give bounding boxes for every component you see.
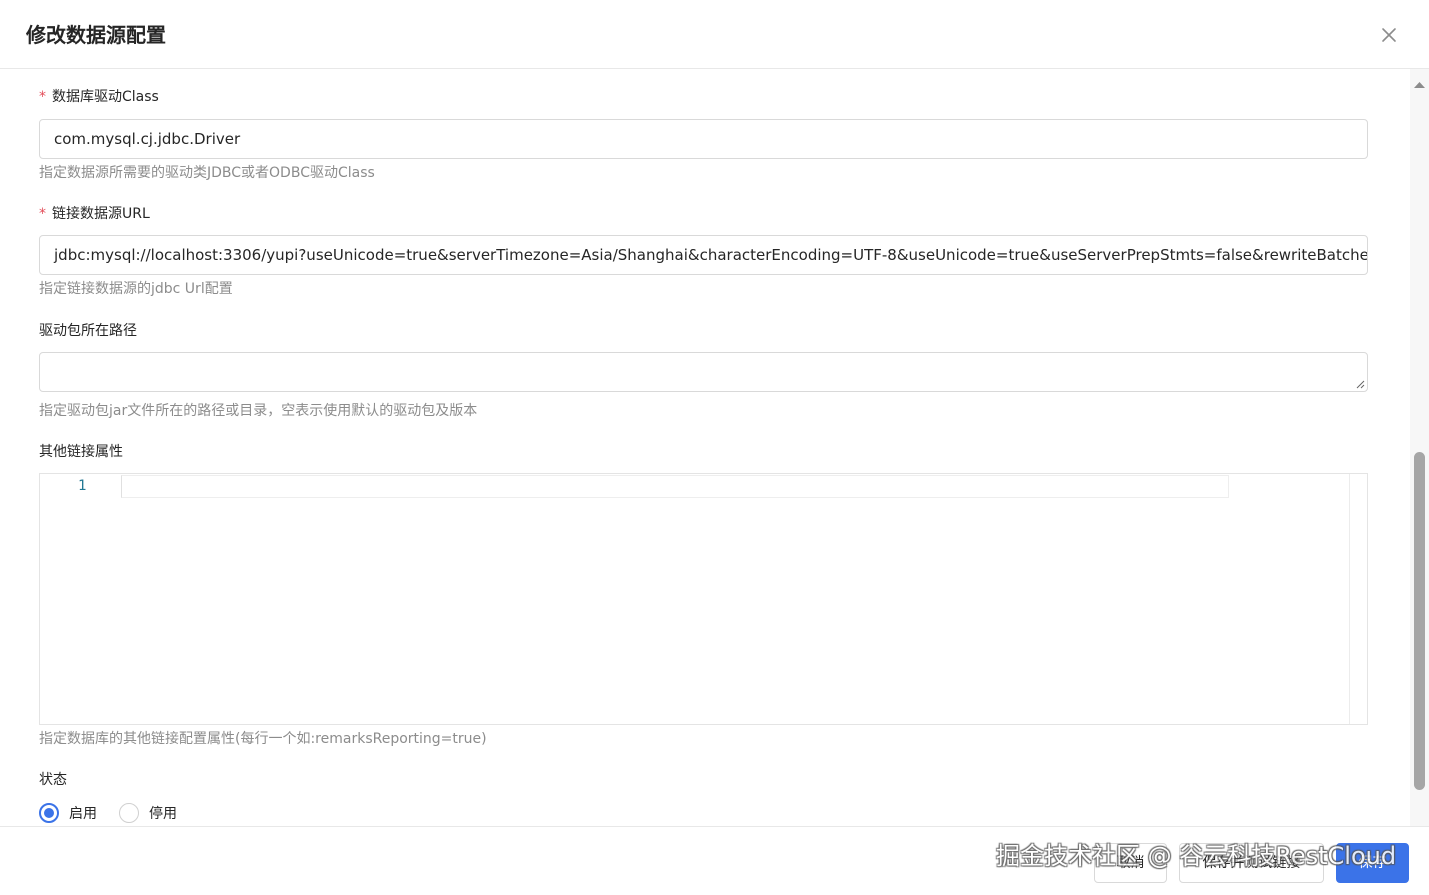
other-props-code-editor[interactable]: 1 [39,473,1368,725]
driver-path-textarea[interactable] [39,352,1368,392]
driver-class-label: * 数据库驱动Class [39,87,159,107]
status-radio-enabled[interactable]: 启用 [39,803,97,823]
resize-handle-icon[interactable] [1355,379,1365,389]
line-number: 1 [78,478,87,494]
modal-header: 修改数据源配置 [0,0,1429,69]
modal-footer: 取消 保存并测试链接 保存 [0,826,1429,895]
radio-unchecked-icon [119,803,139,823]
modal-title: 修改数据源配置 [26,23,166,47]
driver-path-help: 指定驱动包jar文件所在的路径或目录，空表示使用默认的驱动包及版本 [39,403,478,419]
url-label: * 链接数据源URL [39,204,150,224]
current-line-highlight [121,475,1229,498]
driver-class-input[interactable]: com.mysql.cj.jdbc.Driver [39,119,1368,159]
url-label-text: 链接数据源URL [52,206,150,222]
cancel-button[interactable]: 取消 [1094,843,1167,883]
status-option-label: 启用 [69,806,97,822]
other-props-help: 指定数据库的其他链接配置属性(每行一个如:remarksReporting=tr… [39,731,487,747]
close-button[interactable] [1376,22,1402,48]
required-mark: * [39,206,46,222]
url-input[interactable]: jdbc:mysql://localhost:3306/yupi?useUnic… [39,235,1368,275]
driver-class-help: 指定数据源所需要的驱动类JDBC或者ODBC驱动Class [39,165,375,181]
status-radio-disabled[interactable]: 停用 [119,803,177,823]
modal-body: * 数据库驱动Class com.mysql.cj.jdbc.Driver 指定数… [0,69,1410,826]
url-help: 指定链接数据源的jdbc Url配置 [39,281,233,297]
save-button[interactable]: 保存 [1336,843,1409,883]
close-icon [1382,28,1396,42]
radio-checked-icon [39,803,59,823]
editor-scrollbar[interactable] [1349,474,1367,724]
required-mark: * [39,89,46,105]
driver-class-label-text: 数据库驱动Class [52,89,159,105]
status-option-label: 停用 [149,806,177,822]
status-label: 状态 [39,772,67,788]
status-radio-group: 启用 停用 [39,802,199,824]
other-props-label: 其他链接属性 [39,444,123,460]
driver-path-label: 驱动包所在路径 [39,323,137,339]
modal-scrollbar-thumb[interactable] [1414,452,1425,790]
scroll-up-arrow-icon[interactable] [1413,80,1426,90]
save-and-test-button[interactable]: 保存并测试链接 [1179,843,1324,883]
